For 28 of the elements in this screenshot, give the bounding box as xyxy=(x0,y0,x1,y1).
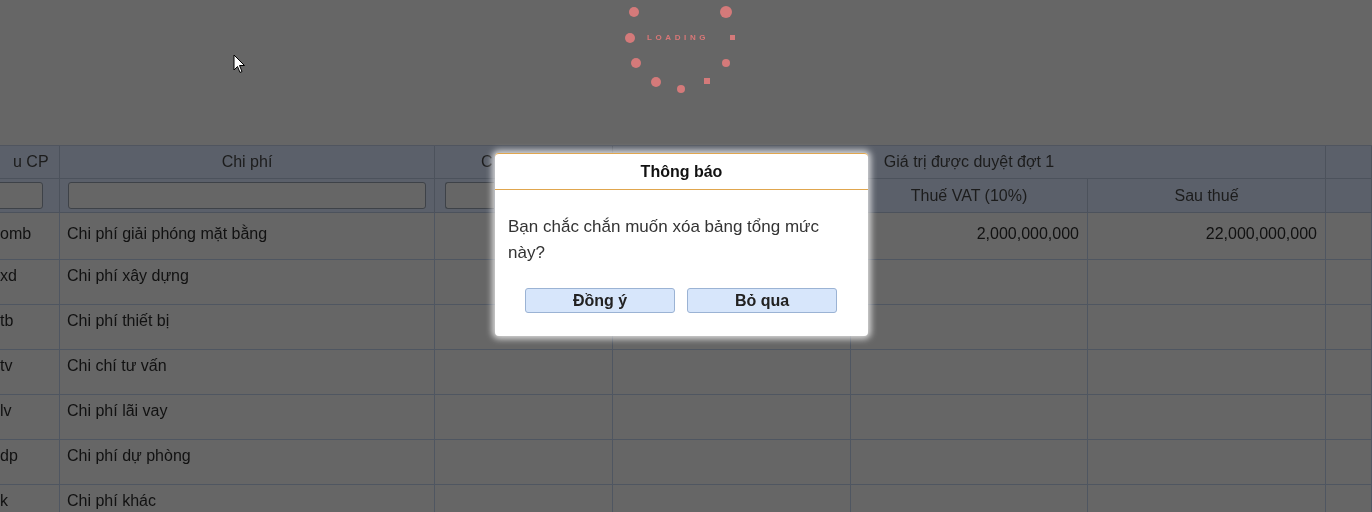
table-cell: lv xyxy=(0,395,60,440)
table-cell: tb xyxy=(0,305,60,350)
loading-text: LOADING xyxy=(647,33,710,42)
table-cell: tv xyxy=(0,350,60,395)
header-cell xyxy=(1326,179,1372,213)
dialog-message: Bạn chắc chắn muốn xóa bảng tổng mức này? xyxy=(507,216,820,264)
column-header: u CP xyxy=(0,146,60,179)
table-cell: Chi phí giải phóng mặt bằng xyxy=(60,213,435,260)
filter-field[interactable] xyxy=(445,182,494,209)
table-cell: xd xyxy=(0,260,60,305)
table-cell: k xyxy=(0,485,60,512)
table-cell: dp xyxy=(0,440,60,485)
table-cell: 22,000,000,000 xyxy=(1088,213,1326,260)
table-cell: Chi chí tư vấn xyxy=(60,350,435,395)
table-cell: Chi phí dự phòng xyxy=(60,440,435,485)
confirm-button[interactable]: Đồng ý xyxy=(525,288,675,313)
cursor-icon xyxy=(233,54,246,74)
filter-field[interactable] xyxy=(68,182,426,209)
table-cell: omb xyxy=(0,213,60,260)
table-cell: Chi phí xây dựng xyxy=(60,260,435,305)
column-header: Sau thuế xyxy=(1088,179,1326,213)
table-cell: Chi phí lãi vay xyxy=(60,395,435,440)
table-cell: Chi phí thiết bị xyxy=(60,305,435,350)
filter-field[interactable] xyxy=(0,182,43,209)
column-header: Chi phí xyxy=(60,146,435,179)
cancel-button[interactable]: Bỏ qua xyxy=(687,288,837,313)
dialog-title: Thông báo xyxy=(495,153,868,190)
column-header: C xyxy=(481,153,493,171)
